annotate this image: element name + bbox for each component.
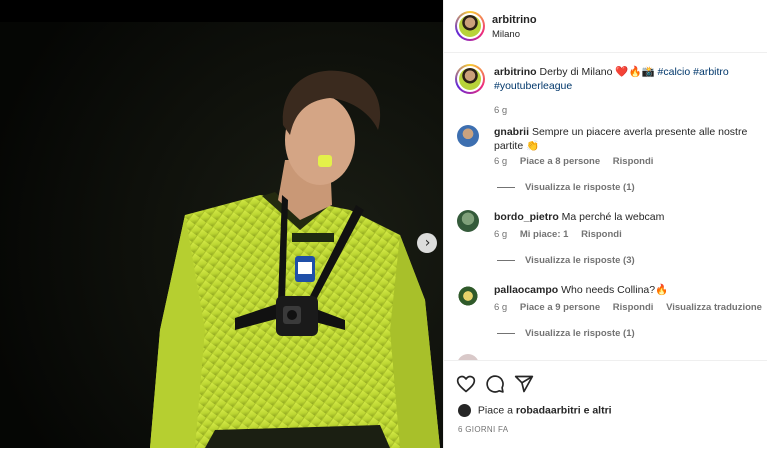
comment-username[interactable]: gnabrii	[494, 126, 529, 138]
post-location[interactable]: Milano	[492, 29, 520, 40]
commenter-avatar[interactable]	[457, 125, 479, 147]
caption-body: Derby di Milano ❤️🔥📸	[539, 66, 655, 78]
comments-list[interactable]: arbitrino Derby di Milano ❤️🔥📸 #calcio #…	[444, 53, 767, 360]
author-username[interactable]: arbitrino	[492, 14, 537, 26]
view-replies-button[interactable]: Visualizza le risposte (3)	[497, 255, 635, 266]
comment-likes[interactable]: Piace a 9 persone	[520, 302, 600, 313]
post-photo: ›	[0, 0, 443, 448]
liker-avatar[interactable]	[458, 404, 471, 417]
comment-time: 6 g	[494, 156, 508, 167]
post-panel: arbitrino Milano arbitrino Derby di Mila…	[443, 0, 767, 448]
comment-time: 6 g	[494, 302, 508, 313]
hashtag-youtuberleague[interactable]: #youtuberleague	[494, 80, 572, 92]
comment-text: gnabrii Sempre un piacere averla present…	[494, 126, 748, 152]
comment-text: bordo_pietro Ma perché la webcam	[494, 211, 665, 223]
photo-top-bar	[0, 0, 443, 22]
hashtag-calcio[interactable]: #calcio	[658, 66, 691, 78]
comment-meta: 6 g Piace a 9 persone Rispondi Visualizz…	[494, 302, 767, 313]
commenter-avatar[interactable]	[457, 210, 479, 232]
liker-username[interactable]: robadaarbitri	[516, 404, 581, 416]
referee-image	[0, 0, 443, 448]
post-actions: Piace a robadaarbitri e altri 6 GIORNI F…	[444, 360, 767, 449]
view-replies-button[interactable]: Visualizza le risposte (1)	[497, 328, 635, 339]
comment-likes[interactable]: Mi piace: 1	[520, 229, 569, 240]
heart-icon[interactable]	[456, 374, 476, 394]
comment-likes[interactable]: Piace a 8 persone	[520, 156, 600, 167]
post-header: arbitrino Milano	[444, 0, 767, 53]
comment-text: pallaocampo Who needs Collina?🔥	[494, 284, 669, 296]
reply-button[interactable]: Rispondi	[613, 156, 654, 167]
likes-summary: Piace a robadaarbitri e altri	[458, 404, 612, 417]
next-image-button[interactable]: ›	[417, 233, 437, 253]
caption-username[interactable]: arbitrino	[494, 66, 537, 78]
comment-icon[interactable]	[485, 374, 505, 394]
comment-meta: 6 g Piace a 8 persone Rispondi	[494, 156, 663, 167]
post-date[interactable]: 6 GIORNI FA	[458, 425, 508, 434]
caption-avatar[interactable]	[455, 64, 485, 94]
hashtag-arbitro[interactable]: #arbitro	[693, 66, 729, 78]
author-avatar[interactable]	[455, 11, 485, 41]
caption-time: 6 g	[494, 105, 508, 116]
others-link[interactable]: e altri	[584, 404, 612, 416]
comment-meta: 6 g Mi piace: 1 Rispondi	[494, 229, 632, 240]
commenter-avatar[interactable]	[457, 285, 479, 307]
reply-button[interactable]: Rispondi	[613, 302, 654, 313]
chevron-right-icon: ›	[424, 235, 431, 251]
reply-button[interactable]: Rispondi	[581, 229, 622, 240]
comment-username[interactable]: bordo_pietro	[494, 211, 559, 223]
comment-username[interactable]: pallaocampo	[494, 284, 558, 296]
caption-meta: 6 g	[494, 105, 517, 116]
translate-button[interactable]: Visualizza traduzione	[666, 302, 762, 313]
view-replies-button[interactable]: Visualizza le risposte (1)	[497, 182, 635, 193]
comment-time: 6 g	[494, 229, 508, 240]
share-icon[interactable]	[514, 374, 534, 394]
caption-text: arbitrino Derby di Milano ❤️🔥📸 #calcio #…	[494, 65, 759, 93]
